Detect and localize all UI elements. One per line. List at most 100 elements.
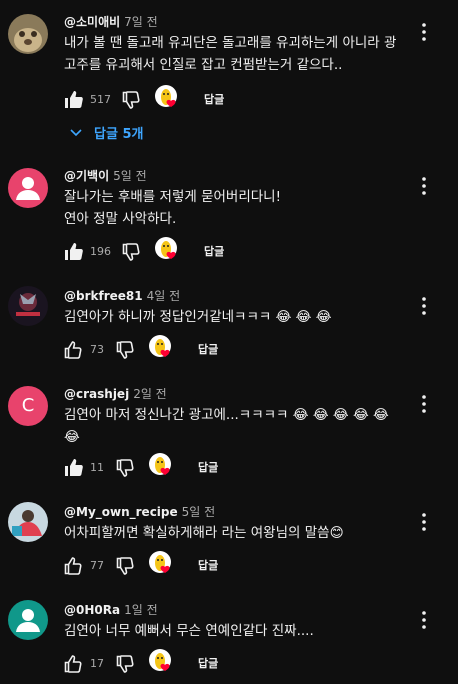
reply-button[interactable]: 답글 [198,459,218,477]
thumb-up-icon [64,557,82,575]
comment-thread: @brkfree81 4일 전 김연아가 하니까 정답인거같네ㅋㅋㅋ 😂 😂 😂 … [0,284,458,364]
like-count: 77 [90,559,104,572]
comment-menu-button[interactable] [414,608,434,632]
comment-header: @소미애비 7일 전 [64,14,158,30]
comment-actions: 517 답글 [62,85,262,112]
dislike-button[interactable] [120,88,144,112]
comment-text-line: 연아 정말 사악하다. [64,211,177,227]
default-person-avatar-icon [8,168,48,208]
thumb-down-icon [122,91,140,109]
like-count: 196 [90,245,111,258]
more-vert-icon [422,177,426,195]
like-button[interactable] [62,240,86,264]
comment-text: 내가 볼 땐 돌고래 유괴단은 돌고래를 유괴하는게 아니라 광 고주를 유괴해… [64,32,404,76]
comment-text: 김연아 너무 예뻐서 무슨 연예인같다 진짜.... [64,620,404,642]
comment-thread: @기백이 5일 전 잘나가는 후배를 저렇게 묻어버리다니! 연아 정말 사악하다… [0,164,458,264]
comment-actions: 196 답글 [62,237,262,264]
reply-button[interactable]: 답글 [198,655,218,673]
comment-menu-button[interactable] [414,510,434,534]
creator-heart-icon [149,649,171,671]
creator-heart-icon [155,237,177,259]
more-vert-icon [422,513,426,531]
comment-time[interactable]: 4일 전 [147,289,181,303]
dislike-button[interactable] [114,652,138,676]
creator-heart-icon [149,551,171,573]
creator-heart [148,452,176,480]
dislike-button[interactable] [114,456,138,480]
more-vert-icon [422,23,426,41]
comment-actions: 11 답글 [62,453,262,480]
comment-header: @0H0Ra 1일 전 [64,602,158,618]
comment-menu-button[interactable] [414,20,434,44]
author-name[interactable]: @brkfree81 [64,289,143,303]
comment-time[interactable]: 5일 전 [182,505,216,519]
photo-avatar-icon [8,14,48,54]
comment-text-line: 😂 [64,429,80,445]
creator-heart [148,550,176,578]
author-avatar[interactable] [8,600,48,640]
comment-thread: @My_own_recipe 5일 전 어차피할꺼면 확실하게해라 라는 여왕님의… [0,500,458,580]
reply-button[interactable]: 답글 [198,557,218,575]
like-button[interactable] [62,338,86,362]
creator-heart [148,334,176,362]
comment-text-line: 김연아 마저 정신나간 광고에...ㅋㅋㅋㅋ 😂 😂 😂 😂 😂 [64,407,389,423]
like-button[interactable] [62,88,86,112]
creator-heart [154,236,182,264]
reply-button[interactable]: 답글 [198,341,218,359]
like-button[interactable] [62,554,86,578]
like-button[interactable] [62,652,86,676]
comment-text: 김연아 마저 정신나간 광고에...ㅋㅋㅋㅋ 😂 😂 😂 😂 😂 😂 [64,404,404,448]
chevron-down-icon [70,129,82,137]
comment-header: @crashjej 2일 전 [64,386,167,402]
view-replies-button[interactable]: 답글 5개 [56,118,155,146]
author-avatar[interactable]: C [8,386,48,426]
dislike-button[interactable] [114,338,138,362]
author-name[interactable]: @기백이 [64,169,109,183]
thumb-up-filled-icon [65,91,83,108]
comment-menu-button[interactable] [414,174,434,198]
thumb-up-filled-icon [65,243,83,260]
avatar-letter: C [21,395,35,416]
author-avatar[interactable] [8,502,48,542]
creator-heart-icon [149,453,171,475]
more-vert-icon [422,297,426,315]
comment-actions: 77 답글 [62,551,262,578]
dislike-button[interactable] [120,240,144,264]
comment-time[interactable]: 1일 전 [124,603,158,617]
comment-text-line: 김연아 너무 예뻐서 무슨 연예인같다 진짜.... [64,623,314,639]
like-button[interactable] [62,456,86,480]
comment-time[interactable]: 5일 전 [113,169,147,183]
author-name[interactable]: @crashjej [64,387,129,401]
comment-header: @기백이 5일 전 [64,168,147,184]
comment-thread: @0H0Ra 1일 전 김연아 너무 예뻐서 무슨 연예인같다 진짜.... 17… [0,598,458,678]
like-count: 11 [90,461,104,474]
comment-actions: 73 답글 [62,335,262,362]
comment-text-line: 어차피할꺼면 확실하게해라 라는 여왕님의 말씀😊 [64,525,344,541]
creator-heart-icon [149,335,171,357]
author-name[interactable]: @소미애비 [64,15,120,29]
comment-text-line: 잘나가는 후배를 저렇게 묻어버리다니! [64,189,282,205]
comment-text-line: 고주를 유괴해서 인질로 잡고 컨펌받는거 같으다.. [64,57,343,73]
comment-menu-button[interactable] [414,392,434,416]
author-name[interactable]: @0H0Ra [64,603,120,617]
author-avatar[interactable] [8,286,48,326]
author-avatar[interactable] [8,168,48,208]
more-vert-icon [422,395,426,413]
reply-button[interactable]: 답글 [204,243,224,261]
comment-text-line: 내가 볼 땐 돌고래 유괴단은 돌고래를 유괴하는게 아니라 광 [64,35,397,51]
author-name[interactable]: @My_own_recipe [64,505,178,519]
creator-heart-icon [155,85,177,107]
comment-header: @My_own_recipe 5일 전 [64,504,215,520]
photo-avatar-icon [8,502,48,542]
comment-text: 김연아가 하니까 정답인거같네ㅋㅋㅋ 😂 😂 😂 [64,306,404,328]
comment-menu-button[interactable] [414,294,434,318]
author-avatar[interactable] [8,14,48,54]
comment-time[interactable]: 7일 전 [124,15,158,29]
reply-button[interactable]: 답글 [204,91,224,109]
thumb-down-icon [116,655,134,673]
comment-text: 어차피할꺼면 확실하게해라 라는 여왕님의 말씀😊 [64,522,404,544]
creator-heart [148,648,176,676]
like-count: 73 [90,343,104,356]
comment-time[interactable]: 2일 전 [133,387,167,401]
dislike-button[interactable] [114,554,138,578]
